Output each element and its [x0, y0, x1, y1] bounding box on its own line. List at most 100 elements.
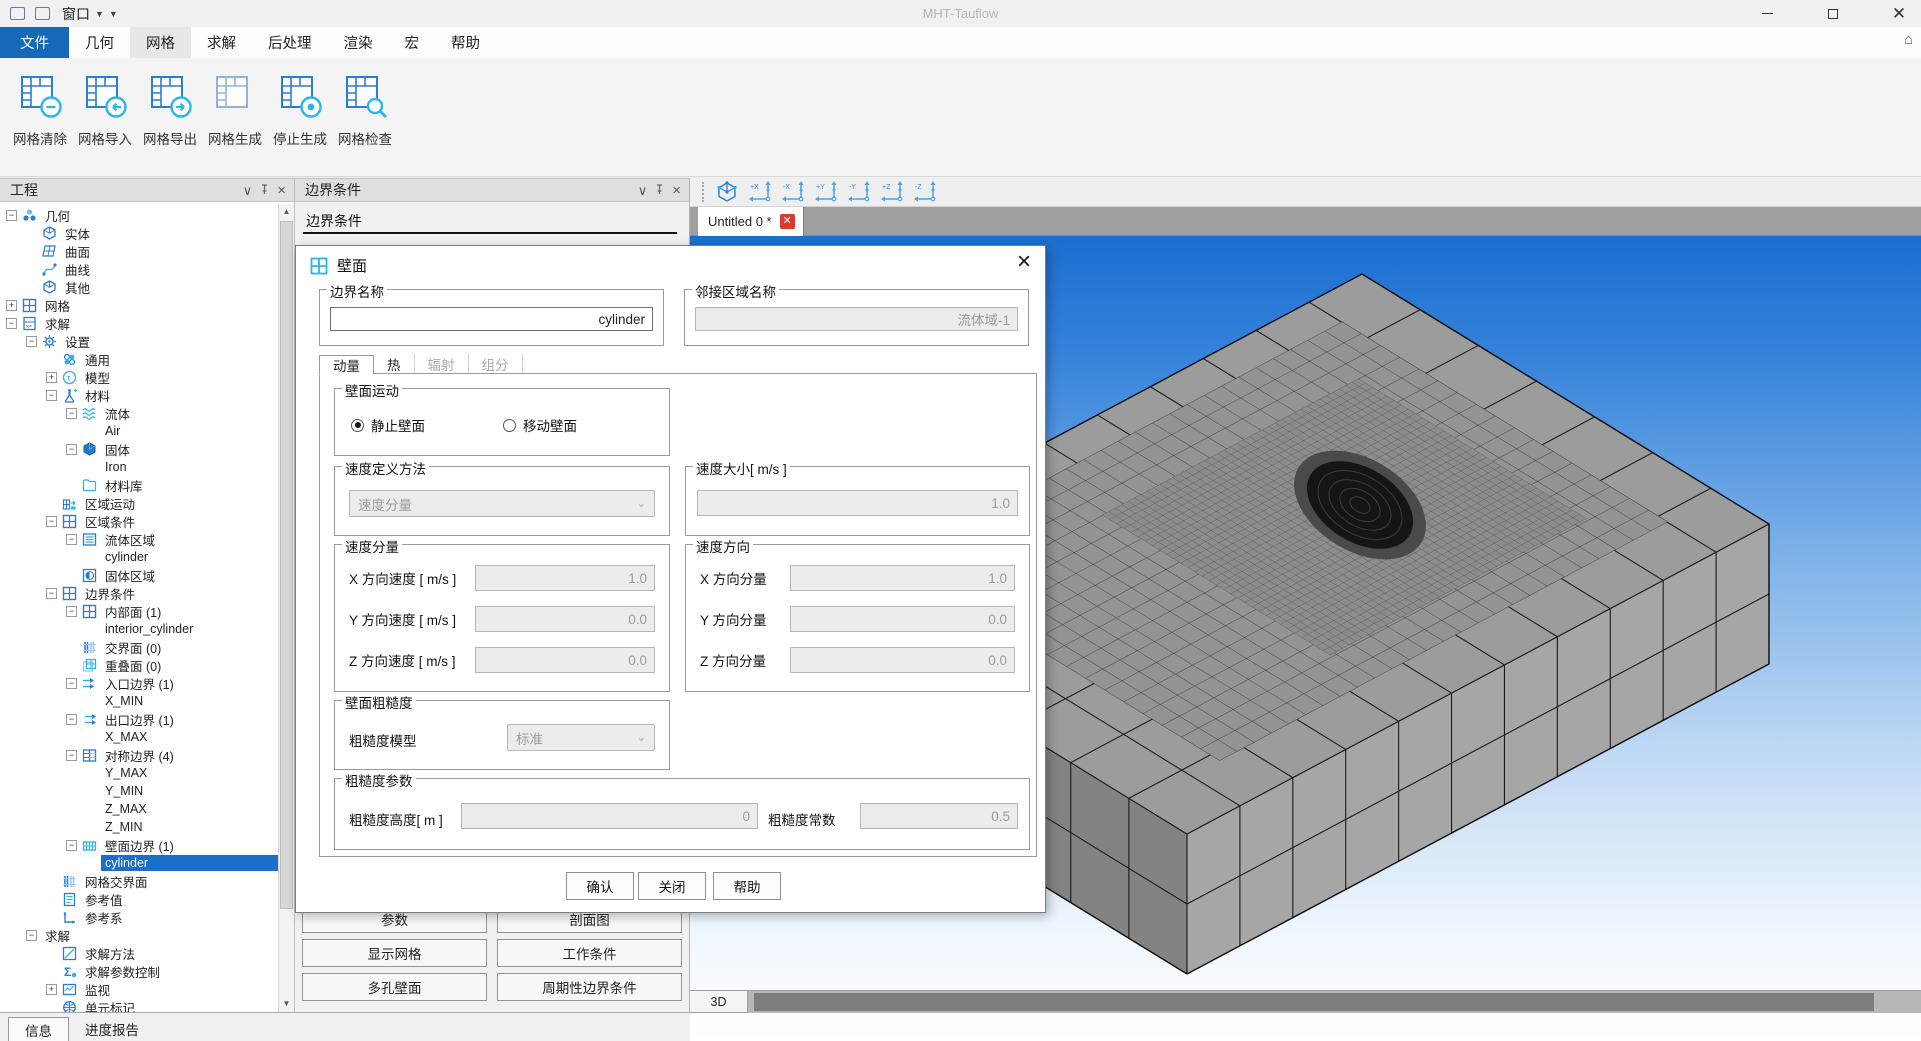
tab-progress-report[interactable]: 进度报告 [69, 1017, 155, 1041]
tree-item-交界面[interactable]: 交界面 (0) [0, 638, 278, 656]
panel-close-icon[interactable]: × [277, 183, 286, 198]
tree-item-出口边界[interactable]: −出口边界 (1) [0, 710, 278, 728]
tree-scrollbar[interactable]: ▲ ▼ [278, 204, 294, 1012]
viewport-scrollbar-thumb[interactable] [754, 993, 1874, 1011]
boundary-name-input[interactable]: cylinder [330, 307, 653, 331]
ribbon-button-3[interactable]: 网格生成 [203, 72, 267, 148]
scroll-up-icon[interactable]: ▲ [279, 204, 294, 220]
ribbon-button-4[interactable]: 停止生成 [268, 72, 332, 148]
menu-item-1[interactable]: 几何 [69, 27, 130, 58]
view-minus-Y-icon[interactable]: -Y [846, 180, 876, 204]
help-button[interactable]: 帮助 [713, 872, 781, 900]
view-minus-Z-icon[interactable]: -Z [912, 180, 942, 204]
collapse-icon[interactable]: − [66, 714, 77, 725]
collapse-icon[interactable]: − [66, 750, 77, 761]
tree-item-参考系[interactable]: 参考系 [0, 908, 278, 926]
view-minus-X-icon[interactable]: -X [780, 180, 810, 204]
menu-item-2[interactable]: 网格 [130, 27, 191, 58]
tree-item-求解[interactable]: −求解 [0, 926, 278, 944]
viewport-scrollbar[interactable] [748, 990, 1921, 1013]
collapse-icon[interactable]: − [66, 678, 77, 689]
chevron-down-icon[interactable]: ▼ [95, 9, 104, 19]
menu-item-3[interactable]: 求解 [191, 27, 252, 58]
panel-pin-icon[interactable] [259, 184, 270, 197]
tree-item-网格交界面[interactable]: 网格交界面 [0, 872, 278, 890]
tree-item-区域运动[interactable]: 区域运动 [0, 494, 278, 512]
close-button[interactable]: ✕ [1877, 0, 1921, 27]
tree-item-实体[interactable]: 实体 [0, 224, 278, 242]
confirm-button[interactable]: 确认 [566, 872, 634, 900]
tree-item-模型[interactable]: +τ模型 [0, 368, 278, 386]
expand-icon[interactable]: + [46, 372, 57, 383]
tree-item-几何[interactable]: −几何 [0, 206, 278, 224]
tree-item-单元标记[interactable]: 单元标记 [0, 998, 278, 1012]
tree-item-参考值[interactable]: 参考值 [0, 890, 278, 908]
tree-item-Iron[interactable]: Iron [0, 458, 278, 476]
tree-item-Y_MIN[interactable]: Y_MIN [0, 782, 278, 800]
panel-close-icon[interactable]: × [672, 183, 681, 198]
document-tab[interactable]: Untitled 0 * ✕ [698, 207, 804, 236]
tree-item-其他[interactable]: 其他 [0, 278, 278, 296]
bc-button-4[interactable]: 多孔壁面 [302, 973, 487, 1001]
window-restore-icon[interactable] [10, 7, 25, 20]
dialog-close-icon[interactable]: × [1017, 248, 1031, 276]
tree-item-内部面[interactable]: −内部面 (1) [0, 602, 278, 620]
collapse-icon[interactable]: − [66, 606, 77, 617]
ribbon-button-2[interactable]: 网格导出 [138, 72, 202, 148]
tree-item-设置[interactable]: −设置 [0, 332, 278, 350]
window-menu[interactable]: 窗口 [62, 4, 90, 24]
tree-item-材料[interactable]: −材料 [0, 386, 278, 404]
collapse-icon[interactable]: − [6, 210, 17, 221]
tree-item-入口边界[interactable]: −入口边界 (1) [0, 674, 278, 692]
menu-item-6[interactable]: 宏 [389, 27, 436, 58]
close-dialog-button[interactable]: 关闭 [638, 872, 706, 900]
tree-item-曲线[interactable]: 曲线 [0, 260, 278, 278]
tree-item-求解参数控制[interactable]: Σ求解参数控制 [0, 962, 278, 980]
view-plusminus-Y-icon[interactable]: +Y [813, 180, 843, 204]
tree-item-曲面[interactable]: 曲面 [0, 242, 278, 260]
menu-item-0[interactable]: 文件 [0, 27, 69, 58]
menu-item-4[interactable]: 后处理 [252, 27, 328, 58]
collapse-icon[interactable]: − [26, 336, 37, 347]
view-3d-tab[interactable]: 3D [690, 990, 748, 1013]
collapse-icon[interactable]: − [6, 318, 17, 329]
collapse-icon[interactable]: − [66, 534, 77, 545]
tree-item-通用[interactable]: 通用 [0, 350, 278, 368]
tree-item-Z_MAX[interactable]: Z_MAX [0, 800, 278, 818]
tree-item-cylinder[interactable]: cylinder [0, 548, 278, 566]
collapse-icon[interactable]: − [66, 408, 77, 419]
tree-item-材料库[interactable]: 材料库 [0, 476, 278, 494]
collapse-icon[interactable]: − [46, 390, 57, 401]
bc-button-3[interactable]: 工作条件 [497, 939, 682, 967]
menu-item-7[interactable]: 帮助 [435, 27, 496, 58]
tree-item-区域条件[interactable]: −区域条件 [0, 512, 278, 530]
maximize-button[interactable] [1811, 0, 1855, 27]
toolbar-drag-handle[interactable] [702, 182, 706, 202]
tree-item-固体[interactable]: −固体 [0, 440, 278, 458]
tree-item-求解[interactable]: −x=求解 [0, 314, 278, 332]
expand-icon[interactable]: + [46, 984, 57, 995]
tree-item-重叠面[interactable]: 重叠面 (0) [0, 656, 278, 674]
panel-pin-icon[interactable] [654, 184, 665, 197]
tab-close-icon[interactable]: ✕ [780, 214, 795, 229]
collapse-icon[interactable]: − [46, 588, 57, 599]
tree-item-边界条件[interactable]: −边界条件 [0, 584, 278, 602]
ribbon-button-5[interactable]: 网格检查 [333, 72, 397, 148]
toolbar-options-icon[interactable]: ▼ [109, 9, 118, 19]
isometric-view-icon[interactable] [714, 180, 744, 204]
menu-item-5[interactable]: 渲染 [328, 27, 389, 58]
tree-item-监视[interactable]: +监视 [0, 980, 278, 998]
panel-collapse-icon[interactable]: ∨ [638, 184, 648, 197]
tab-info[interactable]: 信息 [8, 1017, 69, 1041]
scrollbar-thumb[interactable] [280, 221, 293, 909]
view-plusminus-X-icon[interactable]: +X [747, 180, 777, 204]
tree-item-X_MAX[interactable]: X_MAX [0, 728, 278, 746]
collapse-icon[interactable]: − [46, 516, 57, 527]
radio-moving-wall[interactable]: 移动壁面 [503, 415, 577, 435]
save-icon[interactable] [35, 7, 50, 20]
tree-item-固体区域[interactable]: 固体区域 [0, 566, 278, 584]
collapse-icon[interactable]: − [66, 444, 77, 455]
dialog-tab-0[interactable]: 动量 [319, 355, 374, 375]
tree-item-Z_MIN[interactable]: Z_MIN [0, 818, 278, 836]
tree-item-流体区域[interactable]: −流体区域 [0, 530, 278, 548]
